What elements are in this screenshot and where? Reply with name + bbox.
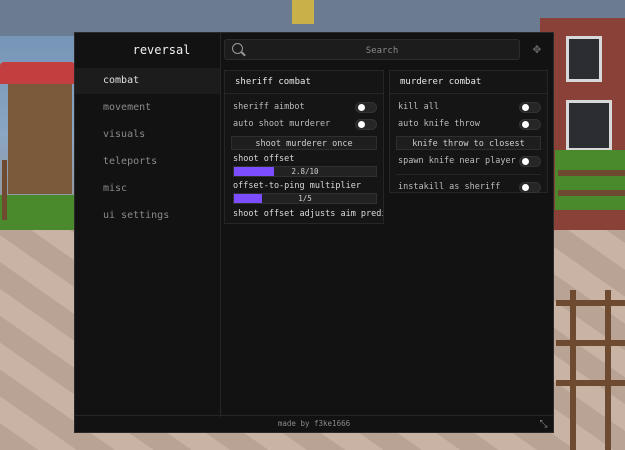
- spawn-knife-row: spawn knife near player: [390, 153, 547, 170]
- sidebar-item-ui-settings[interactable]: ui settings: [75, 203, 220, 229]
- header: ✥: [220, 33, 553, 67]
- kill-all-row: kill all: [390, 99, 547, 116]
- shoot-murderer-once-button[interactable]: shoot murderer once: [231, 136, 377, 150]
- kill-all-label: kill all: [398, 102, 439, 112]
- spawn-knife-label: spawn knife near player: [398, 156, 516, 166]
- move-icon[interactable]: ✥: [529, 41, 545, 57]
- sheriff-aimbot-row: sheriff aimbot: [225, 99, 383, 116]
- auto-shoot-row: auto shoot murderer: [225, 116, 383, 133]
- footer-credit: made by f3ke1666: [277, 419, 351, 428]
- app-title: reversal: [132, 43, 191, 57]
- auto-knife-label: auto knife throw: [398, 119, 480, 129]
- sidebar-item-movement[interactable]: movement: [75, 95, 220, 121]
- sidebar-item-misc[interactable]: misc: [75, 176, 220, 202]
- footer: made by f3ke1666 ⤡: [75, 415, 553, 432]
- instakill-row: instakill as sheriff: [390, 179, 547, 196]
- shoot-offset-value: 2.8/10: [291, 167, 319, 176]
- offset-note: shoot offset adjusts aim predicti: [233, 209, 383, 219]
- kill-all-toggle[interactable]: [519, 102, 541, 113]
- ping-multiplier-label: offset-to-ping multiplier: [233, 181, 361, 191]
- auto-shoot-toggle[interactable]: [355, 119, 377, 130]
- auto-knife-row: auto knife throw: [390, 116, 547, 133]
- instakill-toggle[interactable]: [519, 182, 541, 193]
- murderer-combat-panel: murderer combat kill all auto knife thro…: [389, 70, 548, 193]
- sheriff-aimbot-toggle[interactable]: [355, 102, 377, 113]
- sheriff-aimbot-label: sheriff aimbot: [233, 102, 305, 112]
- shoot-offset-label: shoot offset: [233, 154, 295, 164]
- sidebar-item-teleports[interactable]: teleports: [75, 149, 220, 175]
- search-input[interactable]: [249, 40, 515, 61]
- panel-title: murderer combat: [390, 71, 547, 94]
- resize-icon[interactable]: ⤡: [538, 419, 549, 430]
- panel-title: sheriff combat: [225, 71, 383, 94]
- divider: [396, 174, 541, 175]
- ping-multiplier-value: 1/5: [298, 194, 312, 203]
- ping-multiplier-slider[interactable]: 1/5: [233, 193, 377, 204]
- sidebar-item-combat[interactable]: combat: [75, 68, 220, 94]
- shoot-offset-slider[interactable]: 2.8/10: [233, 166, 377, 177]
- script-hub-window: reversal combat movement visuals telepor…: [74, 32, 554, 433]
- search-box: [224, 39, 520, 61]
- instakill-label: instakill as sheriff: [398, 182, 501, 192]
- sheriff-combat-panel: sheriff combat sheriff aimbot auto shoot…: [224, 70, 384, 224]
- knife-throw-closest-button[interactable]: knife throw to closest: [396, 136, 541, 150]
- auto-shoot-label: auto shoot murderer: [233, 119, 331, 129]
- search-icon: [232, 43, 243, 54]
- sidebar-item-visuals[interactable]: visuals: [75, 122, 220, 148]
- spawn-knife-toggle[interactable]: [519, 156, 541, 167]
- auto-knife-toggle[interactable]: [519, 119, 541, 130]
- sidebar: reversal combat movement visuals telepor…: [75, 33, 221, 417]
